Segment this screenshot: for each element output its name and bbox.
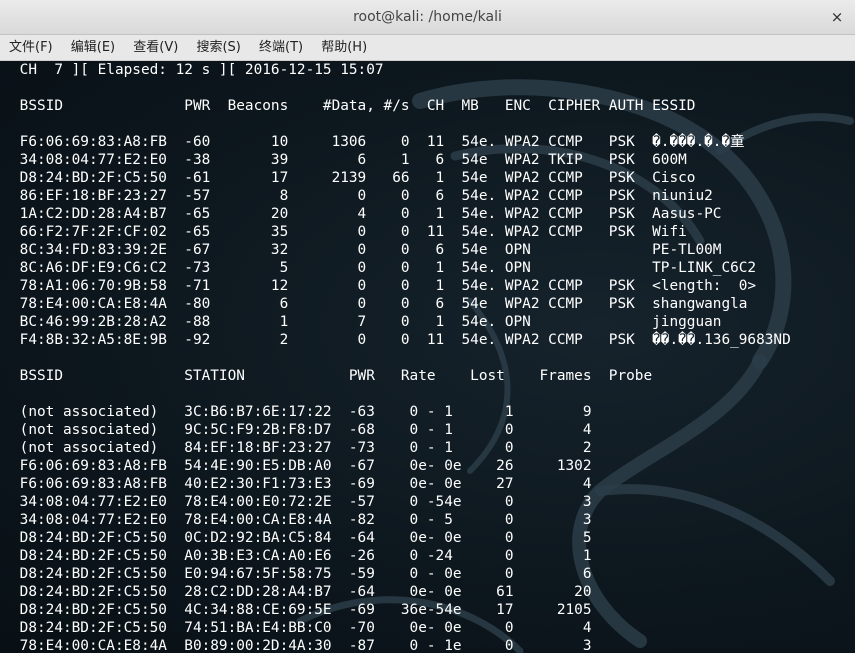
close-button[interactable]: × — [827, 7, 847, 27]
menu-search[interactable]: 搜索(S) — [192, 35, 244, 60]
terminal-line: F6:06:69:83:A8:FB 40:E2:30:F1:73:E3 -69 … — [11, 476, 592, 492]
menu-file[interactable]: 文件(F) — [5, 35, 57, 60]
terminal-line: 8C:34:FD:83:39:2E -67 32 0 0 6 54e OPN P… — [11, 242, 722, 258]
terminal-line: BSSID STATION PWR Rate Lost Frames Probe — [11, 368, 653, 384]
terminal-line: 78:A1:06:70:9B:58 -71 12 0 0 1 54e. WPA2… — [11, 278, 757, 294]
terminal-line: 1A:C2:DD:28:A4:B7 -65 20 4 0 1 54e. WPA2… — [11, 206, 722, 222]
title-bar: root@kali: /home/kali × — [0, 0, 855, 35]
terminal-line: F6:06:69:83:A8:FB 54:4E:90:E5:DB:A0 -67 … — [11, 458, 592, 474]
menu-edit[interactable]: 编辑(E) — [67, 35, 119, 60]
menu-view[interactable]: 查看(V) — [129, 35, 182, 60]
terminal-line: (not associated) 3C:B6:B7:6E:17:22 -63 0… — [11, 404, 592, 420]
terminal-line: 34:08:04:77:E2:E0 78:E4:00:CA:E8:4A -82 … — [11, 512, 592, 528]
terminal-line: F6:06:69:83:A8:FB -60 10 1306 0 11 54e. … — [11, 134, 745, 150]
terminal-line: 86:EF:18:BF:23:27 -57 8 0 0 6 54e. WPA2 … — [11, 188, 713, 204]
menu-terminal[interactable]: 终端(T) — [255, 35, 307, 60]
window-title: root@kali: /home/kali — [353, 9, 502, 25]
terminal-line: BC:46:99:2B:28:A2 -88 1 7 0 1 54e. OPN j… — [11, 314, 722, 330]
terminal-line: D8:24:BD:2F:C5:50 E0:94:67:5F:58:75 -59 … — [11, 566, 592, 582]
terminal-line: CH 7 ][ Elapsed: 12 s ][ 2016-12-15 15:0… — [11, 62, 384, 78]
terminal-line: F4:8B:32:A5:8E:9B -92 2 0 0 11 54e. WPA2… — [11, 332, 791, 348]
terminal-line: D8:24:BD:2F:C5:50 A0:3B:E3:CA:A0:E6 -26 … — [11, 548, 592, 564]
terminal-line: D8:24:BD:2F:C5:50 -61 17 2139 66 1 54e W… — [11, 170, 696, 186]
terminal-line: (not associated) 84:EF:18:BF:23:27 -73 0… — [11, 440, 592, 456]
terminal-line: 78:E4:00:CA:E8:4A B0:89:00:2D:4A:30 -87 … — [11, 638, 592, 653]
terminal-output: CH 7 ][ Elapsed: 12 s ][ 2016-12-15 15:0… — [11, 61, 791, 653]
terminal-line: D8:24:BD:2F:C5:50 4C:34:88:CE:69:5E -69 … — [11, 602, 592, 618]
terminal-line: 78:E4:00:CA:E8:4A -80 6 0 0 6 54e WPA2 C… — [11, 296, 748, 312]
terminal-line: D8:24:BD:2F:C5:50 28:C2:DD:28:A4:B7 -64 … — [11, 584, 592, 600]
terminal-line: D8:24:BD:2F:C5:50 74:51:BA:E4:BB:C0 -70 … — [11, 620, 592, 636]
terminal-line: 34:08:04:77:E2:E0 78:E4:00:E0:72:2E -57 … — [11, 494, 592, 510]
terminal-line: D8:24:BD:2F:C5:50 0C:D2:92:BA:C5:84 -64 … — [11, 530, 592, 546]
menu-help[interactable]: 帮助(H) — [317, 35, 371, 60]
terminal-line: (not associated) 9C:5C:F9:2B:F8:D7 -68 0… — [11, 422, 592, 438]
terminal-line: 8C:A6:DF:E9:C6:C2 -73 5 0 0 1 54e. OPN T… — [11, 260, 757, 276]
menu-bar: 文件(F) 编辑(E) 查看(V) 搜索(S) 终端(T) 帮助(H) — [0, 35, 855, 61]
terminal-area[interactable]: CH 7 ][ Elapsed: 12 s ][ 2016-12-15 15:0… — [0, 61, 855, 653]
terminal-line: 34:08:04:77:E2:E0 -38 39 6 1 6 54e WPA2 … — [11, 152, 687, 168]
terminal-line: BSSID PWR Beacons #Data, #/s CH MB ENC C… — [11, 98, 696, 114]
terminal-line: 66:F2:7F:2F:CF:02 -65 35 0 0 11 54e. WPA… — [11, 224, 687, 240]
